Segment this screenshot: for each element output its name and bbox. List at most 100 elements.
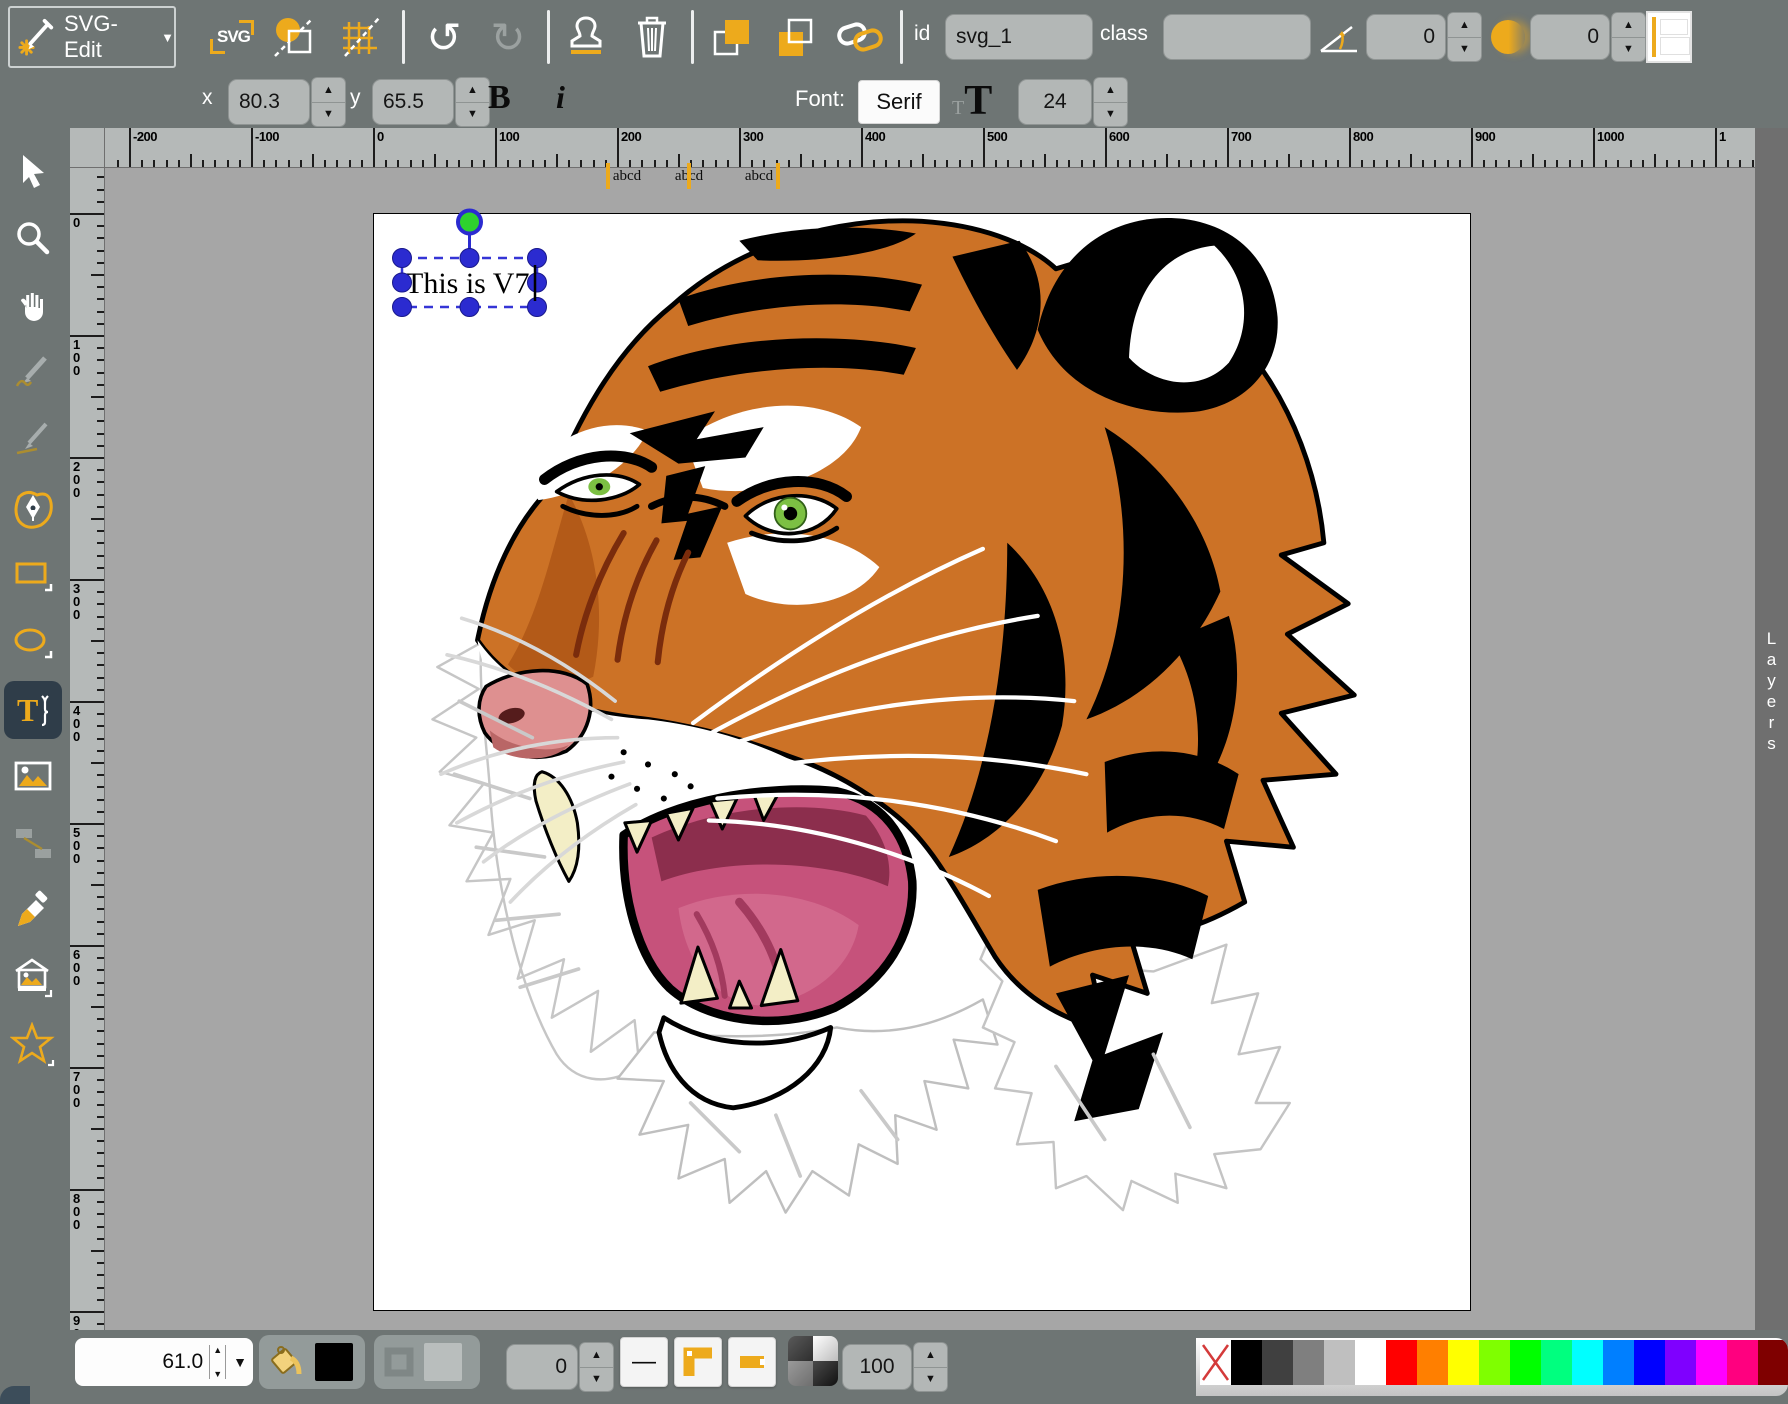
spinner-down-icon[interactable]: ▼ <box>455 102 490 128</box>
spinner-up-icon[interactable]: ▲ <box>1093 77 1128 102</box>
stroke-width-spinner[interactable]: ▲ ▼ <box>579 1342 614 1392</box>
redo-button[interactable]: ↻ <box>482 11 534 63</box>
clone-stamp-icon <box>564 14 608 60</box>
spinner-up-icon[interactable]: ▲ <box>1611 12 1646 37</box>
spinner-down-icon[interactable]: ▼ <box>311 102 346 128</box>
element-id-input[interactable] <box>945 14 1093 60</box>
spinner-up-icon[interactable]: ▲ <box>455 77 490 102</box>
palette-swatch-#ff00ff[interactable] <box>1696 1340 1727 1385</box>
zoom-spinner[interactable]: ▲ ▼ <box>209 1345 226 1379</box>
palette-swatch-#00ffff[interactable] <box>1572 1340 1603 1385</box>
spinner-up-icon[interactable]: ▲ <box>579 1342 614 1367</box>
linejoin-button[interactable] <box>674 1337 722 1387</box>
ruler-tick <box>1605 160 1607 167</box>
fill-swatch[interactable] <box>315 1343 353 1381</box>
workspace[interactable]: This is V7 <box>105 168 1755 1330</box>
x-spinner[interactable]: ▲ ▼ <box>311 77 346 127</box>
palette-swatch-none[interactable] <box>1200 1340 1231 1385</box>
tool-ellipse[interactable] <box>4 614 62 672</box>
spinner-down-icon[interactable]: ▼ <box>579 1367 614 1393</box>
y-spinner[interactable]: ▲ ▼ <box>455 77 490 127</box>
spinner-up-icon[interactable]: ▲ <box>913 1342 948 1367</box>
tool-path[interactable] <box>4 480 62 538</box>
opacity-input[interactable] <box>842 1344 912 1390</box>
spinner-down-icon[interactable]: ▼ <box>213 1369 222 1379</box>
palette-swatch-#bfbfbf[interactable] <box>1324 1340 1355 1385</box>
font-size-spinner[interactable]: ▲ ▼ <box>1093 77 1128 127</box>
palette-swatch-#00ff7f[interactable] <box>1541 1340 1572 1385</box>
palette-swatch-#0000ff[interactable] <box>1634 1340 1665 1385</box>
palette-swatch-#7f7f7f[interactable] <box>1293 1340 1324 1385</box>
y-input[interactable] <box>372 79 454 125</box>
zoom-dropdown-caret-icon[interactable]: ▼ <box>226 1354 247 1370</box>
stroke-color-control[interactable] <box>374 1335 480 1389</box>
palette-swatch-#ff7f00[interactable] <box>1417 1340 1448 1385</box>
angle-spinner[interactable]: ▲ ▼ <box>1447 12 1482 62</box>
x-input[interactable] <box>228 79 310 125</box>
tool-star[interactable] <box>4 1016 62 1074</box>
delete-button[interactable] <box>626 11 678 63</box>
ruler-tick <box>97 1079 104 1081</box>
tool-line[interactable] <box>4 410 62 468</box>
zoom-control[interactable]: 61.0 ▲ ▼ ▼ <box>75 1338 253 1386</box>
palette-swatch-#000000[interactable] <box>1231 1340 1262 1385</box>
tool-image[interactable] <box>4 748 62 806</box>
clone-button[interactable] <box>560 11 612 63</box>
layers-panel-tab[interactable]: L a y e r s <box>1755 128 1788 1330</box>
link-button[interactable] <box>834 11 886 63</box>
palette-swatch-#7f00ff[interactable] <box>1665 1340 1696 1385</box>
spinner-up-icon[interactable]: ▲ <box>1447 12 1482 37</box>
linecap-button[interactable] <box>728 1337 776 1387</box>
svg-canvas[interactable] <box>373 213 1471 1311</box>
opacity-spinner[interactable]: ▲ ▼ <box>913 1342 948 1392</box>
spinner-up-icon[interactable]: ▲ <box>311 77 346 102</box>
wireframe-mode-button[interactable] <box>268 11 320 63</box>
stroke-swatch[interactable] <box>424 1343 462 1381</box>
blur-input[interactable] <box>1530 14 1610 60</box>
italic-button[interactable]: i <box>556 79 565 116</box>
grid-snap-button[interactable] <box>336 11 388 63</box>
palette-swatch-#ff007f[interactable] <box>1727 1340 1758 1385</box>
fill-color-control[interactable] <box>259 1335 365 1389</box>
send-to-back-button[interactable] <box>770 11 822 63</box>
palette-swatch-#7fff00[interactable] <box>1479 1340 1510 1385</box>
palette-swatch-#7f0000[interactable] <box>1758 1340 1788 1385</box>
blur-spinner[interactable]: ▲ ▼ <box>1611 12 1646 62</box>
stroke-width-input[interactable] <box>506 1344 578 1390</box>
svg-source-button[interactable]: SVG <box>206 11 258 63</box>
tool-connector[interactable] <box>4 815 62 873</box>
tool-pan[interactable] <box>4 276 62 334</box>
palette-swatch-#ffffff[interactable] <box>1355 1340 1386 1385</box>
ruler-tick <box>97 1177 104 1179</box>
tool-text[interactable]: T <box>4 681 62 739</box>
angle-input[interactable] <box>1366 14 1446 60</box>
font-size-input[interactable] <box>1018 79 1092 125</box>
selected-text-element[interactable]: This is V7 <box>405 267 529 301</box>
spinner-down-icon[interactable]: ▼ <box>913 1367 948 1393</box>
tool-zoom[interactable] <box>4 209 62 267</box>
main-menu-button[interactable]: SVG-Edit ▼ <box>8 6 176 68</box>
tool-select[interactable] <box>4 142 62 200</box>
spinner-down-icon[interactable]: ▼ <box>1611 37 1646 63</box>
undo-button[interactable]: ↺ <box>418 11 470 63</box>
tool-shape-library[interactable] <box>4 949 62 1007</box>
palette-swatch-#ff0000[interactable] <box>1386 1340 1417 1385</box>
font-family-button[interactable]: Serif <box>858 80 940 124</box>
spinner-down-icon[interactable]: ▼ <box>1447 37 1482 63</box>
palette-swatch-#00ff00[interactable] <box>1510 1340 1541 1385</box>
tool-eyedropper[interactable] <box>4 882 62 940</box>
bring-to-front-button[interactable] <box>706 11 758 63</box>
palette-swatch-#404040[interactable] <box>1262 1340 1293 1385</box>
palette-swatch-#007fff[interactable] <box>1603 1340 1634 1385</box>
tool-pencil[interactable] <box>4 343 62 401</box>
spinner-down-icon[interactable]: ▼ <box>1093 102 1128 128</box>
palette-swatch-#ffff00[interactable] <box>1448 1340 1479 1385</box>
stroke-style-button[interactable]: — <box>620 1337 668 1387</box>
tool-rectangle[interactable] <box>4 547 62 605</box>
bold-button[interactable]: B <box>488 79 511 117</box>
editor-background-swatch[interactable] <box>1646 11 1692 63</box>
ruler-tick <box>1678 160 1680 167</box>
ruler-tick <box>654 160 656 167</box>
element-class-input[interactable] <box>1163 14 1311 60</box>
spinner-up-icon[interactable]: ▲ <box>213 1345 222 1355</box>
